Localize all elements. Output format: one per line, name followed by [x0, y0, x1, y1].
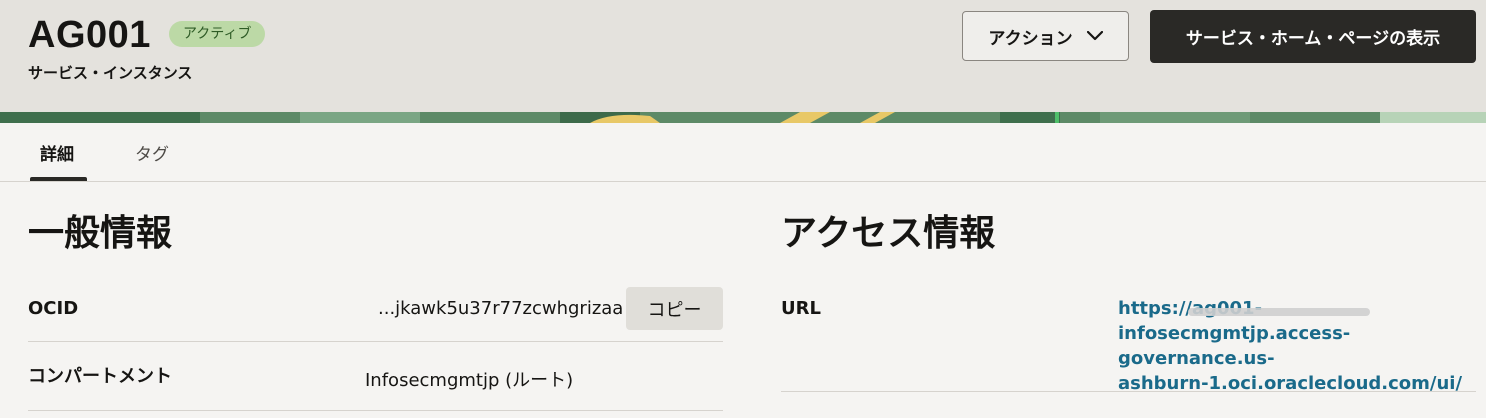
row-divider — [28, 410, 723, 411]
compartment-value: Infosecmgmtjp (ルート) — [365, 370, 574, 391]
page-subtitle: サービス・インスタンス — [28, 64, 193, 82]
status-badge: アクティブ — [169, 21, 266, 47]
active-tab-indicator — [30, 177, 87, 181]
url-line: ashburn-1.oci.oraclecloud.com/ui/ — [1118, 373, 1463, 394]
actions-button-label: アクション — [988, 28, 1073, 49]
view-service-home-button[interactable]: サービス・ホーム・ページの表示 — [1150, 10, 1476, 63]
access-info-title: アクセス情報 — [781, 213, 996, 254]
tab-bar: 詳細 タグ — [0, 123, 1486, 182]
row-divider — [28, 341, 723, 342]
ocid-value: ...jkawk5u37r77zcwhgrizaa — [378, 298, 624, 319]
ocid-label: OCID — [28, 298, 79, 319]
general-info-title: 一般情報 — [28, 213, 173, 254]
compartment-label: コンパートメント — [28, 366, 172, 387]
tab-tags[interactable]: タグ — [135, 123, 169, 181]
redaction-mark — [1188, 308, 1370, 316]
copy-ocid-button[interactable]: コピー — [626, 287, 723, 330]
url-label: URL — [781, 298, 821, 319]
url-line: governance.us- — [1118, 348, 1275, 369]
page-header: AG001 アクティブ サービス・インスタンス アクション サービス・ホーム・ペ… — [0, 0, 1486, 112]
decorative-banner — [0, 112, 1486, 123]
row-divider — [781, 391, 1476, 392]
chevron-down-icon — [1086, 31, 1103, 41]
actions-menu-button[interactable]: アクション — [962, 11, 1129, 61]
page-title: AG001 — [28, 14, 151, 56]
url-line: https://ag001-infosecmgmtjp.access- — [1118, 298, 1351, 344]
tab-details[interactable]: 詳細 — [40, 123, 74, 181]
